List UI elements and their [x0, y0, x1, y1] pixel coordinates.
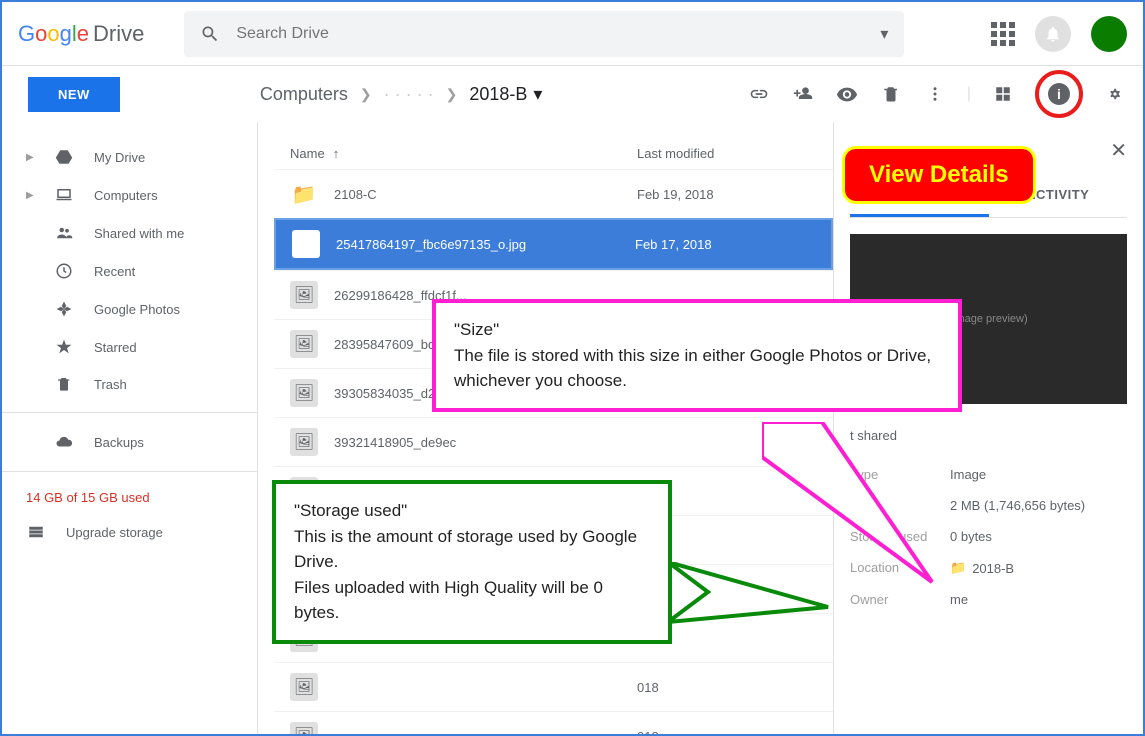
file-row[interactable]: 📁 2108-CFeb 19, 2018: [274, 169, 833, 218]
grid-view-icon[interactable]: [991, 82, 1015, 106]
star-icon: [54, 338, 74, 356]
info-button-highlight: i: [1035, 70, 1083, 118]
folder-icon: 📁: [950, 560, 966, 576]
image-thumbnail: 🖼: [290, 379, 318, 407]
sidebar-item-upgrade[interactable]: Upgrade storage: [2, 513, 257, 551]
sidebar-item-starred[interactable]: Starred: [2, 328, 257, 366]
storage-icon: [26, 523, 46, 541]
sidebar-item-my-drive[interactable]: ▶ My Drive: [2, 138, 257, 176]
sidebar-label: Starred: [94, 340, 137, 355]
sidebar-item-recent[interactable]: Recent: [2, 252, 257, 290]
column-name[interactable]: Name ↑: [290, 146, 637, 161]
trash-icon[interactable]: [879, 82, 903, 106]
header: GoogleDrive ▾: [2, 2, 1143, 66]
file-date: 018: [637, 729, 817, 735]
image-thumbnail: 🖼: [290, 428, 318, 456]
breadcrumb-current[interactable]: 2018-B ▾: [469, 84, 542, 105]
logo[interactable]: GoogleDrive: [18, 21, 144, 47]
sidebar: ▶ My Drive ▶ Computers Shared with me Re…: [2, 122, 258, 734]
sidebar-label: Upgrade storage: [66, 525, 163, 540]
file-row[interactable]: 🖼 39321418905_de9ec: [274, 417, 833, 466]
file-name: 25417864197_fbc6e97135_o.jpg: [336, 237, 635, 252]
cloud-icon: [54, 433, 74, 451]
breadcrumb-root[interactable]: Computers: [260, 84, 348, 105]
annotation-storage-arrow: [668, 562, 838, 632]
notifications-icon[interactable]: [1035, 16, 1071, 52]
search-icon: [200, 24, 220, 44]
settings-gear-icon[interactable]: [1103, 82, 1127, 106]
storage-quota-text: 14 GB of 15 GB used: [2, 482, 257, 513]
chevron-right-icon: ❯: [446, 86, 458, 103]
file-name: 39321418905_de9ec: [334, 435, 637, 450]
info-icon[interactable]: i: [1048, 83, 1070, 105]
dropdown-icon: ▾: [533, 84, 542, 105]
file-date: Feb 19, 2018: [637, 187, 817, 202]
file-row[interactable]: 🖼 018: [274, 662, 833, 711]
drive-icon: [54, 148, 74, 166]
column-date[interactable]: Last modified: [637, 146, 817, 161]
sidebar-label: Computers: [94, 188, 158, 203]
sidebar-label: Recent: [94, 264, 135, 279]
search-input[interactable]: [236, 25, 880, 43]
laptop-icon: [54, 186, 74, 204]
annotation-view-details: View Details: [842, 146, 1036, 204]
image-thumbnail: 🖼: [292, 230, 320, 258]
file-row[interactable]: 🖼 25417864197_fbc6e97135_o.jpgFeb 17, 201…: [274, 218, 833, 270]
sidebar-item-computers[interactable]: ▶ Computers: [2, 176, 257, 214]
sort-arrow-icon: ↑: [333, 146, 340, 161]
sidebar-item-trash[interactable]: Trash: [2, 366, 257, 402]
file-date: 018: [637, 680, 817, 695]
image-thumbnail: 🖼: [290, 281, 318, 309]
folder-icon: 📁: [290, 180, 318, 208]
chevron-right-icon: ❯: [360, 86, 372, 103]
avatar[interactable]: [1091, 16, 1127, 52]
expand-arrow-icon: ▶: [26, 152, 34, 163]
file-row[interactable]: 🖼 018: [274, 711, 833, 734]
clock-icon: [54, 262, 74, 280]
sidebar-item-shared[interactable]: Shared with me: [2, 214, 257, 252]
trash-icon: [54, 376, 74, 392]
sidebar-label: Shared with me: [94, 226, 184, 241]
list-header: Name ↑ Last modified: [274, 138, 833, 169]
toolbar: NEW Computers ❯ · · · · · ❯ 2018-B ▾ | i: [2, 66, 1143, 122]
image-thumbnail: 🖼: [290, 330, 318, 358]
expand-arrow-icon: ▶: [26, 190, 34, 201]
search-dropdown-icon[interactable]: ▾: [880, 24, 888, 44]
close-icon[interactable]: ✕: [1110, 138, 1127, 163]
file-date: Feb 17, 2018: [635, 237, 815, 252]
annotation-storage: "Storage used" This is the amount of sto…: [272, 480, 672, 644]
new-button[interactable]: NEW: [28, 77, 120, 112]
image-thumbnail: 🖼: [290, 673, 318, 701]
annotation-size: "Size" The file is stored with this size…: [432, 299, 962, 412]
apps-icon[interactable]: [991, 22, 1015, 46]
sidebar-label: Google Photos: [94, 302, 180, 317]
sidebar-label: Backups: [94, 435, 144, 450]
breadcrumb: Computers ❯ · · · · · ❯ 2018-B ▾: [260, 84, 543, 105]
image-thumbnail: 🖼: [290, 722, 318, 734]
sidebar-item-photos[interactable]: Google Photos: [2, 290, 257, 328]
file-name: 2108-C: [334, 187, 637, 202]
more-icon[interactable]: [923, 82, 947, 106]
sidebar-label: Trash: [94, 377, 127, 392]
preview-eye-icon[interactable]: [835, 82, 859, 106]
sidebar-item-backups[interactable]: Backups: [2, 423, 257, 461]
search-bar[interactable]: ▾: [184, 11, 904, 57]
people-icon: [54, 224, 74, 242]
sidebar-label: My Drive: [94, 150, 145, 165]
photos-icon: [54, 300, 74, 318]
link-icon[interactable]: [747, 82, 771, 106]
share-person-icon[interactable]: [791, 82, 815, 106]
